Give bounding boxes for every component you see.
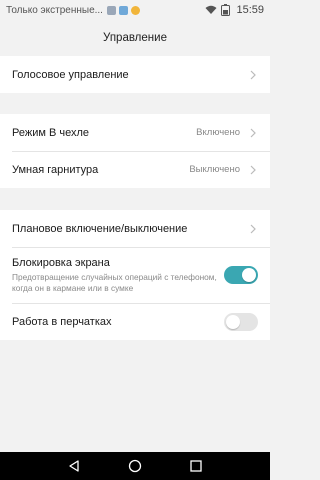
message-icon <box>118 5 128 15</box>
settings-group-system: Плановое включение/выключение Блокировка… <box>0 210 270 340</box>
navigation-bar <box>0 452 270 480</box>
screen-lock-label: Блокировка экрана <box>12 256 110 269</box>
document-icon <box>106 5 116 15</box>
status-time: 15:59 <box>236 4 264 16</box>
back-icon[interactable] <box>67 459 81 473</box>
notification-dot-icon <box>130 5 140 15</box>
glove-mode-toggle[interactable] <box>224 312 258 331</box>
chevron-right-icon <box>248 126 258 140</box>
scheduled-power-item[interactable]: Плановое включение/выключение <box>0 210 270 247</box>
chevron-right-icon <box>248 68 258 82</box>
case-mode-label: Режим В чехле <box>12 126 90 139</box>
chevron-right-icon <box>248 163 258 177</box>
settings-group-voice: Голосовое управление <box>0 56 270 93</box>
smart-headset-label: Умная гарнитура <box>12 163 99 176</box>
toggle-knob <box>242 268 256 282</box>
status-bar: Только экстренные... 15:59 <box>0 0 270 20</box>
scheduled-power-label: Плановое включение/выключение <box>12 222 188 235</box>
screen-lock-toggle[interactable] <box>224 266 258 284</box>
voice-control-item[interactable]: Голосовое управление <box>0 56 270 93</box>
settings-group-accessories: Режим В чехле Включено Умная гарнитура В… <box>0 114 270 188</box>
app-bar: Управление <box>0 20 270 56</box>
notification-icons <box>106 5 140 15</box>
chevron-right-icon <box>248 222 258 236</box>
voice-control-label: Голосовое управление <box>12 68 129 81</box>
battery-icon <box>221 4 231 16</box>
screen-lock-description: Предотвращение случайных операций с теле… <box>12 271 217 293</box>
screen-lock-item[interactable]: Блокировка экрана Предотвращение случайн… <box>0 247 270 303</box>
home-icon[interactable] <box>128 459 142 473</box>
wifi-icon <box>205 5 217 14</box>
smart-headset-item[interactable]: Умная гарнитура Выключено <box>0 151 270 188</box>
carrier-label: Только экстренные... <box>6 4 103 16</box>
glove-mode-label: Работа в перчатках <box>12 315 112 328</box>
glove-mode-item[interactable]: Работа в перчатках <box>0 303 270 340</box>
recents-icon[interactable] <box>189 459 203 473</box>
page-title: Управление <box>103 32 167 44</box>
case-mode-item[interactable]: Режим В чехле Включено <box>0 114 270 151</box>
toggle-knob <box>226 314 240 329</box>
smart-headset-value: Выключено <box>189 164 240 175</box>
case-mode-value: Включено <box>196 127 240 138</box>
